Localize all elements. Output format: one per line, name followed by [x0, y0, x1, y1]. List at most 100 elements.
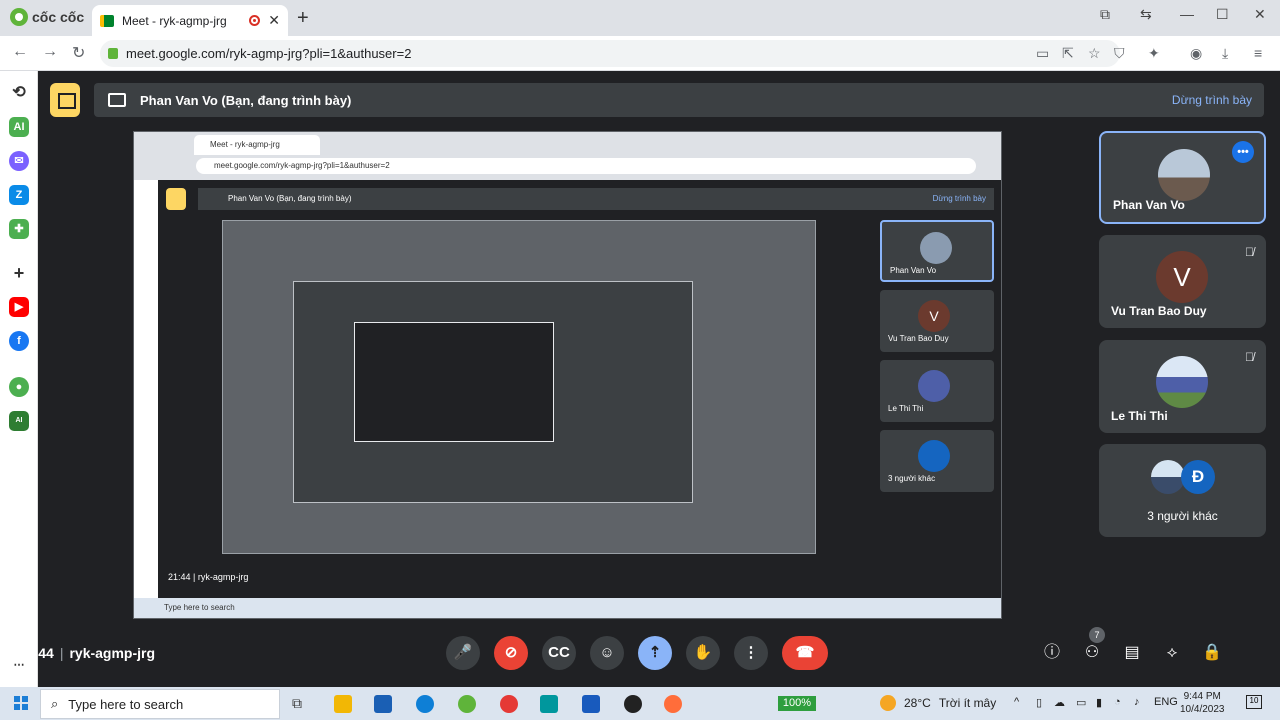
volume-icon[interactable]: ♪ [1134, 696, 1140, 708]
extensions-icon[interactable]: ✦ [1148, 45, 1160, 62]
people-button[interactable]: ⚇ 7 [1082, 627, 1105, 663]
word-icon[interactable] [582, 695, 600, 713]
brand-text: cốc cốc [32, 9, 85, 25]
present-button[interactable]: ⇡ [638, 636, 672, 670]
display-icon[interactable]: ▭ [1076, 696, 1086, 709]
facebook-icon[interactable]: f [9, 331, 29, 351]
participant-avatar [1151, 460, 1185, 494]
paint-icon[interactable] [664, 695, 682, 713]
mic-button[interactable]: 🎤 [446, 636, 480, 670]
meet-main: Phan Van Vo (Bạn, đang trình bày) Dừng t… [38, 71, 1280, 687]
browser-sidebar: ⟲ AI ✉ Z ✚ + ▶ f ● AI ⋯ [0, 71, 38, 687]
back-button[interactable]: ← [12, 43, 28, 61]
shared-tile-name: Le Thi Thi [888, 404, 924, 413]
shared-sidebar [134, 180, 158, 600]
participant-avatar [1158, 149, 1210, 201]
participant-name: Vu Tran Bao Duy [1111, 304, 1207, 318]
tray-device-icon[interactable]: ▯ [1036, 696, 1042, 709]
tray-chevron-icon[interactable]: ^ [1014, 696, 1019, 708]
zalo-icon[interactable]: Z [9, 185, 29, 205]
history-icon[interactable]: ⟲ [9, 83, 29, 103]
tab-meet[interactable]: Meet - ryk-agmp-jrg ✕ [92, 5, 288, 36]
camera-off-button[interactable]: ⊘ [494, 636, 528, 670]
host-controls-button[interactable]: 🔒 [1202, 643, 1222, 663]
participant-tile[interactable]: 🎙̸ Le Thi Thi [1099, 340, 1266, 433]
shared-stop-presenting: Dừng trình bày [932, 194, 986, 203]
meeting-info: 21:44 | ryk-agmp-jrg [18, 645, 155, 661]
more-options-button[interactable]: ⋮ [734, 636, 768, 670]
stop-presenting-button[interactable]: Dừng trình bày [1172, 93, 1252, 107]
app-icon[interactable] [500, 695, 518, 713]
shield-icon[interactable]: ⛉ [1114, 45, 1125, 62]
battery-indicator: 100% [778, 696, 816, 711]
bookmark-star-icon[interactable]: ☆ [1088, 45, 1101, 62]
windows-start-icon[interactable] [14, 696, 28, 710]
clock-time: 9:44 PM [1183, 691, 1221, 702]
nested-screen [222, 220, 816, 554]
task-view-icon[interactable]: ⧉ [292, 695, 310, 713]
minimize-button[interactable]: — [1180, 6, 1194, 22]
emoji-button[interactable]: ☺ [590, 636, 624, 670]
ai-icon[interactable]: AI [9, 117, 29, 137]
file-explorer-icon[interactable] [334, 695, 352, 713]
participant-tile[interactable]: V 🎙̸ Vu Tran Bao Duy [1099, 235, 1266, 328]
shared-tile: V Vu Tran Bao Duy [880, 290, 994, 352]
coccoc-taskbar-icon[interactable] [458, 695, 476, 713]
cloud-icon[interactable]: ☁ [1054, 696, 1065, 709]
others-tile[interactable]: Đ 3 người khác [1099, 444, 1266, 537]
taskbar-clock[interactable]: 9:44 PM 10/4/2023 [1180, 690, 1225, 716]
info-button[interactable]: ⓘ [1042, 643, 1062, 663]
chat-button[interactable]: ▤ [1122, 643, 1142, 663]
address-bar[interactable]: meet.google.com/ryk-agmp-jrg?pli=1&authu… [100, 40, 1120, 67]
camera-icon[interactable]: ▭ [1036, 45, 1049, 62]
taskbar-search[interactable]: ⌕ Type here to search [40, 689, 280, 719]
add-icon[interactable]: + [9, 263, 29, 283]
meeting-time: 21:44 [18, 645, 54, 661]
bottom-app-icon[interactable]: AI [9, 411, 29, 431]
edge-icon[interactable] [416, 695, 434, 713]
game-icon[interactable]: ✚ [9, 219, 29, 239]
menu-icon[interactable]: ≡ [1254, 45, 1262, 61]
messenger-icon[interactable]: ✉ [9, 151, 29, 171]
mic-off-icon: 🎙̸ [1245, 245, 1254, 259]
network-icon[interactable]: ◔ [1114, 696, 1121, 708]
location-icon[interactable]: ● [9, 377, 29, 397]
shared-avatar [918, 370, 950, 402]
shared-url: meet.google.com/ryk-agmp-jrg?pli=1&authu… [196, 158, 976, 174]
profile-icon[interactable]: ◉ [1190, 45, 1202, 62]
notification-icon[interactable]: 10 [1246, 695, 1262, 709]
close-tab-icon[interactable]: ✕ [268, 12, 280, 29]
language-indicator[interactable]: ENG [1154, 696, 1178, 708]
browser-toolbar: ← → ↻ meet.google.com/ryk-agmp-jrg?pli=1… [0, 36, 1280, 71]
restore-tab-icon[interactable]: ⇆ [1140, 6, 1152, 23]
shared-tile: Le Thi Thi [880, 360, 994, 422]
screenshot-icon[interactable]: ⧉ [1100, 6, 1110, 23]
screen: cốc cốc Meet - ryk-agmp-jrg ✕ + ⧉ ⇆ — ☐ … [0, 0, 1280, 720]
activities-button[interactable]: ⟡ [1162, 643, 1182, 663]
presenting-indicator-icon[interactable] [50, 83, 80, 117]
mic-off-icon: 🎙̸ [1245, 350, 1254, 364]
share-icon[interactable]: ⇱ [1062, 45, 1074, 62]
coccoc-logo-icon [10, 8, 28, 26]
battery-icon[interactable]: ▮ [1096, 696, 1102, 709]
people-count-badge: 7 [1089, 627, 1105, 643]
participant-tile[interactable]: ••• Phan Van Vo [1099, 131, 1266, 224]
close-window-button[interactable]: ✕ [1254, 6, 1266, 23]
shared-present-icon [166, 188, 186, 210]
shared-banner: Phan Van Vo (Bạn, đang trình bày) Dừng t… [198, 188, 994, 210]
forward-button[interactable]: → [42, 43, 58, 61]
store-icon[interactable] [374, 695, 392, 713]
download-icon[interactable]: ⤓ [1222, 45, 1228, 62]
new-tab-button[interactable]: + [297, 8, 309, 28]
weather-widget[interactable]: 28°C Trời ít mây [880, 695, 996, 711]
captions-button[interactable]: CC [542, 636, 576, 670]
leave-call-button[interactable]: ☎ [782, 636, 828, 670]
youtube-icon[interactable]: ▶ [9, 297, 29, 317]
maximize-button[interactable]: ☐ [1216, 6, 1229, 23]
arduino-icon[interactable] [540, 695, 558, 713]
meet-favicon-icon [100, 14, 114, 27]
raise-hand-button[interactable]: ✋ [686, 636, 720, 670]
site-lock-icon [108, 48, 118, 59]
obs-icon[interactable] [624, 695, 642, 713]
reload-button[interactable]: ↻ [72, 43, 85, 63]
